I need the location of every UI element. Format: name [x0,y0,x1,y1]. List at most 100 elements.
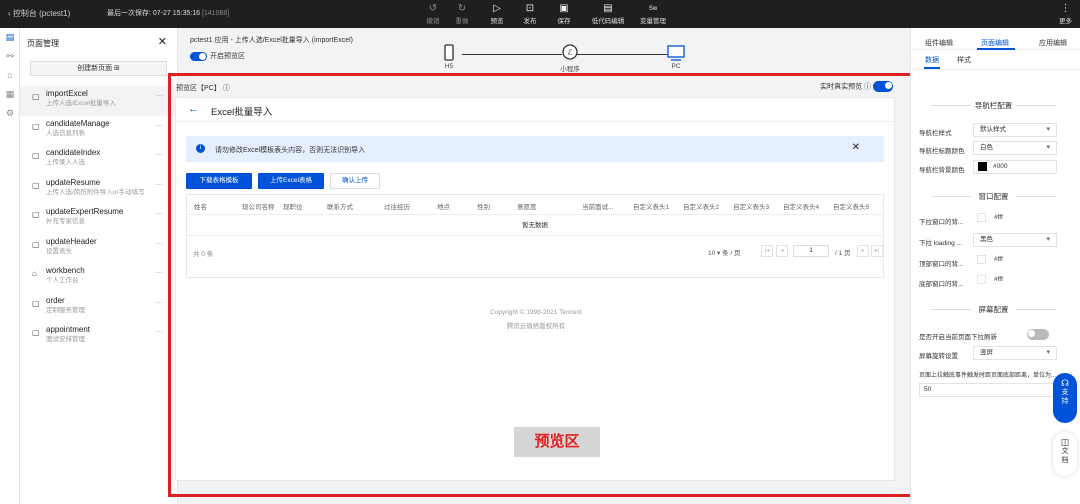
more-horizontal-icon[interactable]: ··· [155,298,163,307]
column-header: 现公司名称 [242,204,275,211]
rotation-select[interactable]: 竖屏 [973,346,1057,360]
redo-icon: ↻ [457,3,467,14]
variable-icon: Sw [648,6,658,12]
sidebar-item-appointment[interactable]: ▢ appointment 面试安排管理 ··· [20,322,177,352]
preview-toggle[interactable]: 开启预览区 [190,51,245,61]
column-header: 过往经历 [384,204,410,211]
sidebar-item-candidateManage[interactable]: ▢ candidateManage 人选信息列表 ··· [20,116,177,146]
create-page-button[interactable]: 创建新页面 ⊞ [30,61,167,76]
tab-app-edit[interactable]: 应用编辑 [1039,38,1067,48]
back-to-console-link[interactable]: ‹ 控制台 (pctest1) [8,8,70,19]
support-button[interactable]: ☊ 支持 [1053,373,1077,423]
save-button[interactable]: ▣ 保存 [550,3,578,25]
sidebar-item-candidateIndex[interactable]: ▢ candidateIndex 上传录入人选 ··· [20,145,177,175]
pages-icon[interactable]: ▤ [0,28,20,47]
column-header: 当前面试... [582,204,614,211]
page-desc: 设置表头 [46,247,72,255]
loading-style-select[interactable]: 黑色 [973,233,1057,247]
device-miniprogram[interactable]: ℰ 小程序 [548,44,592,73]
color-input[interactable]: #fff [973,212,1057,226]
download-template-button[interactable]: 下载表格模板 [186,173,252,189]
tab-component-edit[interactable]: 组件编辑 [925,38,953,48]
page-icon: ▢ [32,298,40,308]
sidebar-item-updateHeader[interactable]: ▢ updateHeader 设置表头 ··· [20,234,177,264]
first-page-icon[interactable]: |◂ [761,245,773,257]
more-horizontal-icon[interactable]: ··· [155,150,163,159]
sidebar-item-updateResume[interactable]: ▢ updateResume 上传人选/简历附件导入or手动填写 ··· [20,175,177,205]
window-row: 顶部窗口的背... #fff [911,254,1076,270]
sidebar-item-importExcel[interactable]: ▢ importExcel 上传人选/Excel批量导入 ··· [20,86,177,116]
data-icon[interactable]: ▦ [0,85,20,104]
sidebar-item-order[interactable]: ▢ order 定制服务管理 ··· [20,293,177,323]
more-horizontal-icon[interactable]: ··· [155,327,163,336]
arrow-left-icon[interactable]: ← [188,103,199,115]
more-horizontal-icon[interactable]: ··· [155,180,163,189]
preview-button[interactable]: ▷ 预览 [483,3,511,25]
mobile-icon [444,44,454,61]
tab-style[interactable]: 样式 [957,55,971,65]
miniprogram-icon: ℰ [562,44,578,60]
page-size-select[interactable]: 10 ▾ 条 / 页 [708,247,741,257]
next-page-icon[interactable]: ▸ [857,245,869,257]
page-icon: ▢ [32,210,40,219]
more-horizontal-icon[interactable]: ··· [155,268,163,277]
upload-excel-button[interactable]: 上传Excel表格 [258,173,324,189]
more-horizontal-icon[interactable]: ··· [155,91,163,100]
book-icon: ◫ [1060,437,1070,447]
column-header: 性别 [477,204,490,211]
alert-banner: i 请勿修改Excel模板表头内容，否则无法识别导入 ✕ [186,136,884,162]
editor-tabs: 组件编辑 页面编辑 应用编辑 [911,28,1080,50]
realtime-preview-toggle[interactable]: 实时真实预览 ⓘ [820,81,896,92]
docs-button[interactable]: ◫ 文档 [1053,432,1077,476]
pull-refresh-toggle[interactable] [1027,329,1049,340]
settings-icon[interactable]: ⚙ [0,104,20,123]
undo-button[interactable]: ↺ 撤销 [419,3,447,25]
more-horizontal-icon[interactable]: ··· [155,239,163,248]
info-icon: ⓘ [222,85,230,92]
prev-page-icon[interactable]: ◂ [776,245,788,257]
lowcode-edit-button[interactable]: ▤ 低代码编辑 [588,3,628,25]
nav-bg-color-row: 导航栏背景颜色 #000 [911,160,1076,176]
pagination: 共 0 条 10 ▾ 条 / 页 |◂ ◂ 1 / 1 页 ▸ ▸| [187,236,883,276]
toggle-switch[interactable] [873,81,893,92]
nav-style-select[interactable]: 默认样式 [973,123,1057,137]
toggle-switch[interactable] [190,51,207,61]
monitor-icon [667,45,685,61]
more-horizontal-icon[interactable]: ··· [155,121,163,130]
nav-bg-color-input[interactable]: #000 [973,160,1057,174]
more-horizontal-icon[interactable]: ··· [155,209,163,218]
device-h5[interactable]: H5 [434,44,464,70]
window-row: 下拉窗口的背... #fff [911,212,1076,228]
variable-manage-button[interactable]: Sw 变量管理 [633,3,673,25]
redo-button[interactable]: ↻ 重做 [448,3,476,25]
page-title: Excel批量导入 [211,107,273,118]
close-icon[interactable]: ✕ [158,35,167,48]
tab-page-edit[interactable]: 页面编辑 [981,38,1009,48]
column-header: 自定义表头3 [733,204,770,211]
more-button[interactable]: ⋮ 更多 [1059,3,1072,25]
page-number-input[interactable]: 1 [793,245,829,257]
rotation-row: 屏幕旋转设置 竖屏 [911,346,1076,362]
flow-icon[interactable]: ⚯ [0,47,20,66]
device-pc[interactable]: PC [661,44,691,70]
color-input[interactable]: #fff [973,274,1057,288]
component-icon[interactable]: ⌂ [0,66,20,85]
confirm-upload-button[interactable]: 确认上传 [330,173,380,189]
table-header: 姓名 现公司名称 现职位 联系方式 过往经历 地点 性别 意愿度 当前面试... 自定义表头1 自定… [187,195,883,215]
page-desc: 个人工作台 [46,277,79,284]
sidebar-item-workbench[interactable]: ⌂ workbench 个人工作台 ··· [20,263,177,293]
save-icon: ▣ [559,3,569,14]
reach-bottom-input[interactable]: 50 [919,383,1059,397]
publish-icon: ⊡ [525,3,535,14]
publish-button[interactable]: ⊡ 发布 [516,3,544,25]
page-list: ▢ importExcel 上传人选/Excel批量导入 ··· ▢ candidateM… [20,86,177,352]
sidebar-item-updateExpertResume[interactable]: ▢ updateExpertResume 补充专家信息 ··· [20,204,177,234]
close-icon[interactable]: ✕ [852,142,860,153]
left-icon-rail: ▤ ⚯ ⌂ ▦ ⚙ [0,28,20,504]
nav-title-color-select[interactable]: 白色 [973,141,1057,155]
last-page-icon[interactable]: ▸| [871,245,883,257]
total-count: 共 0 条 [193,251,214,258]
page-manager-header: 页面管理 ✕ [20,28,177,55]
tab-data[interactable]: 数据 [925,55,939,65]
color-input[interactable]: #fff [973,254,1057,268]
